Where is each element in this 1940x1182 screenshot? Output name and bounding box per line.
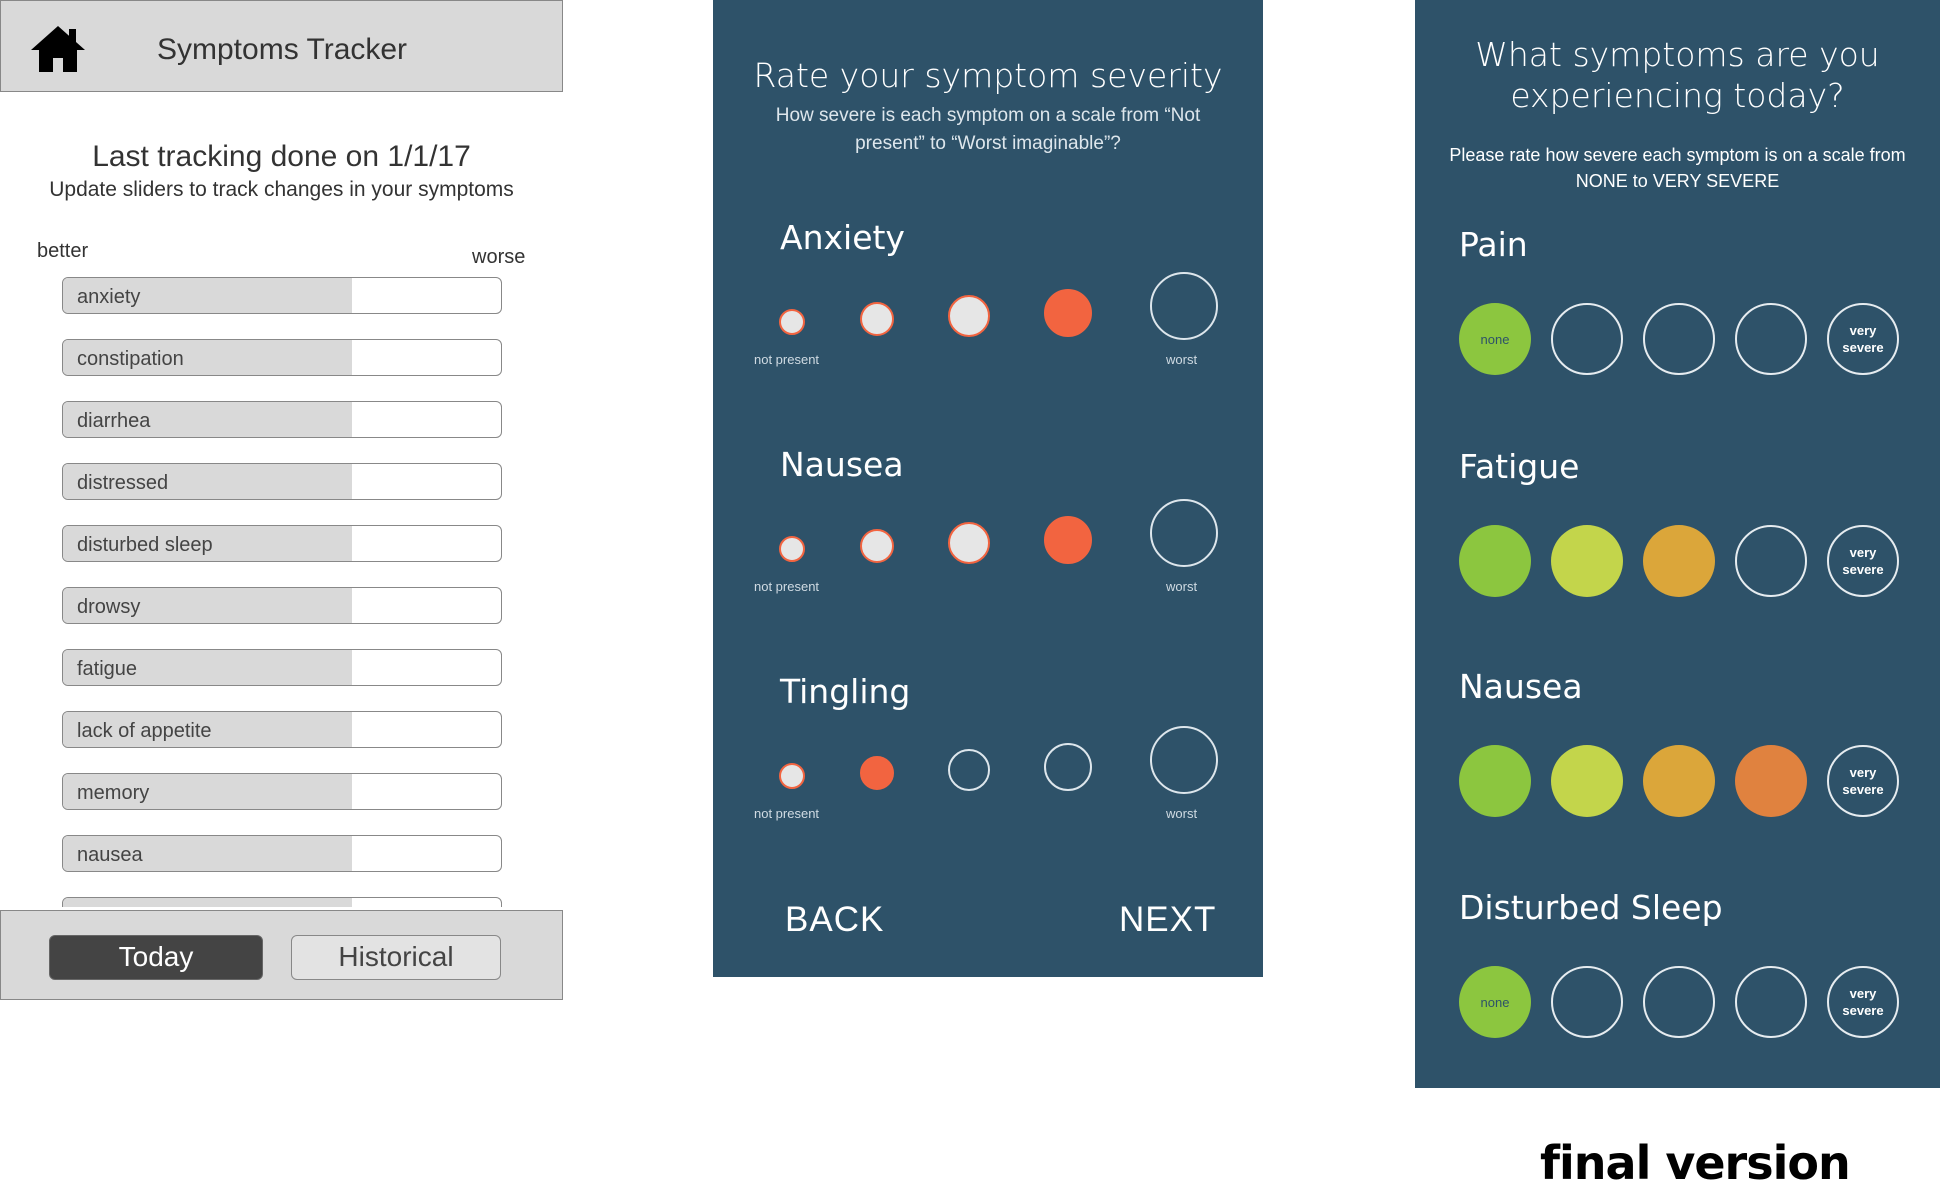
symptom-name: Fatigue — [1459, 447, 1580, 486]
severity-circle-level-3[interactable] — [1643, 745, 1715, 817]
caption-worst: worst — [1166, 352, 1198, 367]
next-button[interactable]: NEXT — [1119, 900, 1216, 940]
caption-worst: worst — [1166, 579, 1198, 594]
caption-worst: worst — [1166, 806, 1198, 821]
home-icon[interactable] — [29, 24, 87, 74]
header-title: Symptoms Tracker — [157, 33, 408, 66]
symptom-name: Pain — [1459, 225, 1528, 264]
tab-historical[interactable]: Historical — [291, 935, 501, 980]
severity-circle-level-4[interactable] — [1735, 303, 1807, 375]
last-tracking-text: Last tracking done on 1/1/17 — [92, 140, 471, 173]
symptom-name: Tingling — [780, 672, 911, 711]
slider-label: diarrhea — [77, 410, 151, 432]
back-button[interactable]: BACK — [785, 900, 884, 940]
severity-circle-level-1[interactable]: none — [1459, 303, 1531, 375]
severity-circle-level-5[interactable]: very severe — [1827, 966, 1899, 1038]
very-severe-label: very severe — [1842, 765, 1884, 797]
severity-dot-level-1[interactable] — [779, 309, 805, 335]
symptom-name: Nausea — [780, 445, 904, 484]
severity-dot-level-1[interactable] — [779, 763, 805, 789]
severity-circle-level-2[interactable] — [1551, 966, 1623, 1038]
symptom-slider-list: anxiety constipation diarrhea distressed dis… — [62, 277, 502, 907]
slider-label: memory — [77, 782, 150, 804]
severity-dot-level-3[interactable] — [948, 295, 990, 337]
symptom-slider[interactable] — [62, 897, 502, 907]
severity-circle-level-5[interactable]: very severe — [1827, 745, 1899, 817]
scale-worse-label: worse — [472, 246, 526, 268]
slider-label: disturbed sleep — [77, 534, 213, 556]
symptom-name: Nausea — [1459, 667, 1583, 706]
severity-circle-level-1[interactable]: none — [1459, 966, 1531, 1038]
severity-dot-level-4[interactable] — [1044, 743, 1092, 791]
severity-dot-level-4[interactable] — [1044, 289, 1092, 337]
slider-label: fatigue — [77, 658, 138, 680]
slider-label: drowsy — [77, 596, 141, 618]
severity-circle-level-4[interactable] — [1735, 745, 1807, 817]
symptom-slider[interactable]: disturbed sleep — [62, 525, 502, 562]
severity-circle-level-2[interactable] — [1551, 303, 1623, 375]
severity-circle-level-4[interactable] — [1735, 525, 1807, 597]
page-title: Rate your symptom severity — [753, 56, 1223, 95]
symptom-slider[interactable]: nausea — [62, 835, 502, 872]
severity-circle-level-3[interactable] — [1643, 966, 1715, 1038]
severity-dot-level-4[interactable] — [1044, 516, 1092, 564]
slider-fill — [63, 898, 353, 907]
severity-dot-level-5[interactable] — [1150, 499, 1218, 567]
caption-not-present: not present — [754, 579, 820, 594]
very-severe-label: very severe — [1842, 545, 1884, 577]
very-severe-label: very severe — [1842, 323, 1884, 355]
symptom-slider[interactable]: diarrhea — [62, 401, 502, 438]
wireframe-symptoms-tracker-screen: Symptoms Tracker Last tracking done on 1… — [0, 0, 563, 1000]
symptom-slider[interactable]: fatigue — [62, 649, 502, 686]
tab-today[interactable]: Today — [49, 935, 263, 980]
severity-dot-level-1[interactable] — [779, 536, 805, 562]
none-label: none — [1480, 994, 1510, 1010]
caption-not-present: not present — [754, 352, 820, 367]
severity-circle-level-2[interactable] — [1551, 745, 1623, 817]
page-subtitle: How severe is each symptom on a scale fr… — [775, 105, 1201, 154]
severity-circle-level-1[interactable] — [1459, 525, 1531, 597]
severity-dot-level-2[interactable] — [860, 529, 894, 563]
symptom-slider[interactable]: distressed — [62, 463, 502, 500]
symptom-slider[interactable]: constipation — [62, 339, 502, 376]
page-subtitle: Please rate how severe each symptom is o… — [1449, 145, 1906, 191]
slider-label: distressed — [77, 472, 169, 494]
caption-not-present: not present — [754, 806, 820, 821]
final-symptom-screen: What symptoms are you experiencing today… — [1415, 0, 1940, 1088]
symptom-slider[interactable]: lack of appetite — [62, 711, 502, 748]
severity-dot-level-5[interactable] — [1150, 726, 1218, 794]
severity-dot-level-2[interactable] — [860, 302, 894, 336]
symptom-slider[interactable]: drowsy — [62, 587, 502, 624]
severity-circle-level-3[interactable] — [1643, 525, 1715, 597]
symptom-name: Anxiety — [780, 218, 905, 257]
comparison-stage: Symptoms Tracker Last tracking done on 1… — [0, 0, 1940, 1182]
symptom-slider[interactable]: memory — [62, 773, 502, 810]
slider-label: nausea — [77, 844, 143, 866]
symptom-name: Disturbed Sleep — [1459, 888, 1723, 927]
severity-circle-level-1[interactable] — [1459, 745, 1531, 817]
severity-dot-level-3[interactable] — [948, 749, 990, 791]
instruction-text: Update sliders to track changes in your … — [49, 178, 514, 201]
bottom-tab-bar: Today Historical — [0, 910, 563, 1000]
app-header: Symptoms Tracker — [0, 0, 563, 92]
severity-circle-level-2[interactable] — [1551, 525, 1623, 597]
severity-circle-level-4[interactable] — [1735, 966, 1807, 1038]
slider-label: lack of appetite — [77, 720, 212, 742]
scale-better-label: better — [37, 240, 89, 262]
none-label: none — [1480, 331, 1510, 347]
severity-dot-level-5[interactable] — [1150, 272, 1218, 340]
page-title: What symptoms are you experiencing today… — [1475, 35, 1880, 115]
severity-circle-level-5[interactable]: very severe — [1827, 303, 1899, 375]
severity-circle-level-5[interactable]: very severe — [1827, 525, 1899, 597]
very-severe-label: very severe — [1842, 986, 1884, 1018]
severity-rating-screen: Rate your symptom severity How severe is… — [713, 0, 1263, 977]
severity-circle-level-3[interactable] — [1643, 303, 1715, 375]
slider-label: constipation — [77, 348, 184, 370]
severity-dot-level-3[interactable] — [948, 522, 990, 564]
symptom-slider[interactable]: anxiety — [62, 277, 502, 314]
slider-label: anxiety — [77, 286, 141, 308]
severity-dot-level-2[interactable] — [860, 756, 894, 790]
final-version-caption: final version — [1540, 1136, 1851, 1182]
